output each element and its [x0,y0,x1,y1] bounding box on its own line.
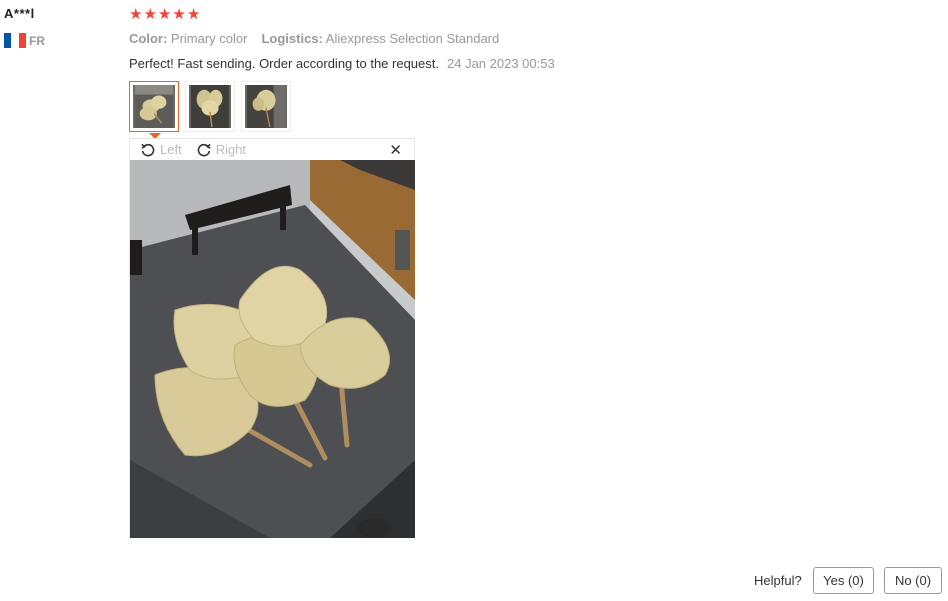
thumbnail-1[interactable] [129,81,179,139]
reviewer-name: A***l [4,6,35,21]
thumbnail-image [133,85,175,128]
image-viewer: Left Right ✕ [129,138,415,538]
review-date: 24 Jan 2023 00:53 [447,56,555,71]
attribute-logistics: Logistics: Aliexpress Selection Standard [261,31,500,46]
thumbnail-2[interactable] [185,81,235,132]
country-code: FR [29,33,45,48]
star-icon: ★ [186,6,201,23]
product-attributes: Color: Primary color Logistics: Aliexpre… [129,31,499,46]
review-photo[interactable] [130,160,415,538]
thumbnail-image [245,85,287,128]
review-text: Perfect! Fast sending. Order according t… [129,56,439,71]
thumbnail-image [189,85,231,128]
review-body: Perfect! Fast sending. Order according t… [129,56,555,71]
attribute-color: Color: Primary color [129,31,248,46]
viewer-toolbar: Left Right ✕ [130,139,414,160]
rating-stars: ★ ★ ★ ★ ★ [129,7,200,23]
helpful-label: Helpful? [754,573,802,588]
close-icon[interactable]: ✕ [389,141,402,159]
helpful-yes-button[interactable]: Yes (0) [813,567,874,594]
star-icon: ★ [157,6,172,23]
star-icon: ★ [129,6,143,23]
review-thumbnails [129,81,291,139]
france-flag-icon [4,33,26,48]
reviewer-country: FR [4,33,45,48]
helpful-no-button[interactable]: No (0) [884,567,942,594]
rotate-left-button[interactable]: Left [140,142,182,158]
star-icon: ★ [172,6,186,23]
thumbnail-3[interactable] [241,81,291,132]
rotate-left-icon [141,143,155,156]
rotate-right-button[interactable]: Right [196,142,246,158]
rotate-right-icon [197,143,211,156]
star-icon: ★ [143,6,157,23]
